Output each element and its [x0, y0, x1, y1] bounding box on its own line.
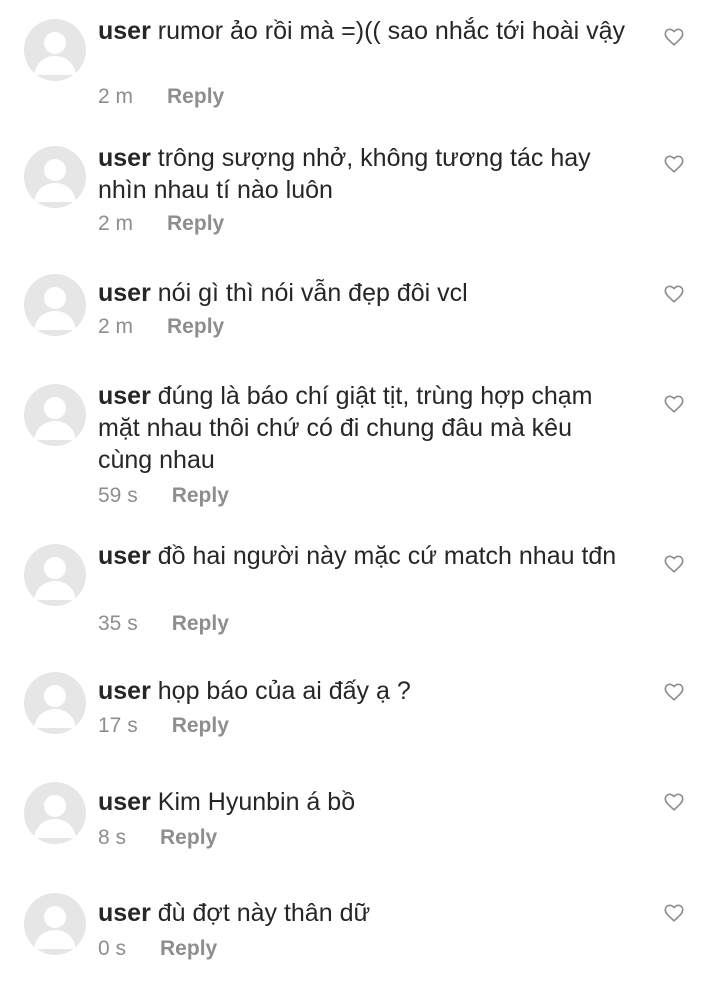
- comment-body: user nói gì thì nói vẫn đẹp đôi vcl: [98, 277, 628, 309]
- comment-username[interactable]: user: [98, 677, 151, 705]
- like-button[interactable]: [663, 902, 685, 924]
- comment-body: user đồ hai người này mặc cứ match nhau …: [98, 540, 628, 572]
- comment-meta: 0 s Reply: [98, 937, 217, 961]
- heart-outline-icon: [664, 555, 684, 573]
- comment-text: đù đợt này thân dữ: [157, 899, 371, 927]
- comment-text: đồ hai người này mặc cứ match nhau tđn: [157, 542, 617, 570]
- like-button[interactable]: [663, 681, 685, 703]
- like-button[interactable]: [663, 791, 685, 813]
- comment-text: trông sượng nhở, không tương tác hay nhì…: [98, 144, 591, 204]
- reply-button[interactable]: Reply: [167, 85, 224, 109]
- comment-time: 35 s: [98, 612, 138, 635]
- heart-outline-icon: [664, 683, 684, 701]
- comment-body: user đúng là báo chí giật tịt, trùng hợp…: [98, 380, 628, 476]
- comment-time: 17 s: [98, 714, 138, 737]
- like-button[interactable]: [663, 26, 685, 48]
- comment-body: user trông sượng nhở, không tương tác ha…: [98, 142, 628, 206]
- comment-text: họp báo của ai đấy ạ ?: [157, 677, 411, 705]
- heart-outline-icon: [664, 155, 684, 173]
- comment-body: user họp báo của ai đấy ạ ?: [98, 675, 628, 707]
- heart-outline-icon: [664, 904, 684, 922]
- comment-username[interactable]: user: [98, 144, 151, 172]
- default-avatar-icon: [34, 795, 76, 838]
- comment-text: nói gì thì nói vẫn đẹp đôi vcl: [157, 279, 468, 307]
- comment-meta: 35 s Reply: [98, 612, 229, 636]
- reply-button[interactable]: Reply: [167, 315, 224, 339]
- comment-body: user Kim Hyunbin á bồ: [98, 786, 628, 818]
- comment-username[interactable]: user: [98, 542, 151, 570]
- comment-meta: 2 m Reply: [98, 315, 224, 339]
- comment-text: đúng là báo chí giật tịt, trùng hợp chạm…: [98, 382, 593, 474]
- reply-button[interactable]: Reply: [172, 484, 229, 508]
- comment-body: user rumor ảo rồi mà =)(( sao nhắc tới h…: [98, 15, 628, 47]
- avatar[interactable]: [24, 19, 86, 81]
- default-avatar-icon: [34, 906, 76, 949]
- comment-time: 59 s: [98, 484, 138, 507]
- avatar[interactable]: [24, 384, 86, 446]
- reply-button[interactable]: Reply: [160, 826, 217, 850]
- comment-text: rumor ảo rồi mà =)(( sao nhắc tới hoài v…: [157, 17, 626, 45]
- comment-meta: 2 m Reply: [98, 212, 224, 236]
- heart-outline-icon: [664, 28, 684, 46]
- default-avatar-icon: [34, 32, 76, 75]
- comment-meta: 59 s Reply: [98, 484, 229, 508]
- comment-text: Kim Hyunbin á bồ: [157, 788, 356, 816]
- reply-button[interactable]: Reply: [172, 612, 229, 636]
- avatar[interactable]: [24, 893, 86, 955]
- default-avatar-icon: [34, 397, 76, 440]
- avatar[interactable]: [24, 544, 86, 606]
- comment-username[interactable]: user: [98, 279, 151, 307]
- heart-outline-icon: [664, 793, 684, 811]
- default-avatar-icon: [34, 287, 76, 330]
- reply-button[interactable]: Reply: [160, 937, 217, 961]
- like-button[interactable]: [663, 283, 685, 305]
- comment-time: 2 m: [98, 212, 134, 235]
- comment-time: 0 s: [98, 937, 127, 960]
- comment-meta: 17 s Reply: [98, 714, 229, 738]
- comment-username[interactable]: user: [98, 17, 151, 45]
- comment-username[interactable]: user: [98, 788, 151, 816]
- avatar[interactable]: [24, 274, 86, 336]
- heart-outline-icon: [664, 285, 684, 303]
- reply-button[interactable]: Reply: [172, 714, 229, 738]
- heart-outline-icon: [664, 395, 684, 413]
- default-avatar-icon: [34, 685, 76, 728]
- like-button[interactable]: [663, 393, 685, 415]
- comment-time: 8 s: [98, 826, 127, 849]
- like-button[interactable]: [663, 553, 685, 575]
- comment-username[interactable]: user: [98, 382, 151, 410]
- comment-meta: 2 m Reply: [98, 85, 224, 109]
- comment-username[interactable]: user: [98, 899, 151, 927]
- avatar[interactable]: [24, 782, 86, 844]
- comment-time: 2 m: [98, 315, 134, 338]
- avatar[interactable]: [24, 672, 86, 734]
- comment-time: 2 m: [98, 85, 134, 108]
- comment-body: user đù đợt này thân dữ: [98, 897, 628, 929]
- reply-button[interactable]: Reply: [167, 212, 224, 236]
- avatar[interactable]: [24, 146, 86, 208]
- default-avatar-icon: [34, 557, 76, 600]
- like-button[interactable]: [663, 153, 685, 175]
- comment-meta: 8 s Reply: [98, 826, 217, 850]
- default-avatar-icon: [34, 159, 76, 202]
